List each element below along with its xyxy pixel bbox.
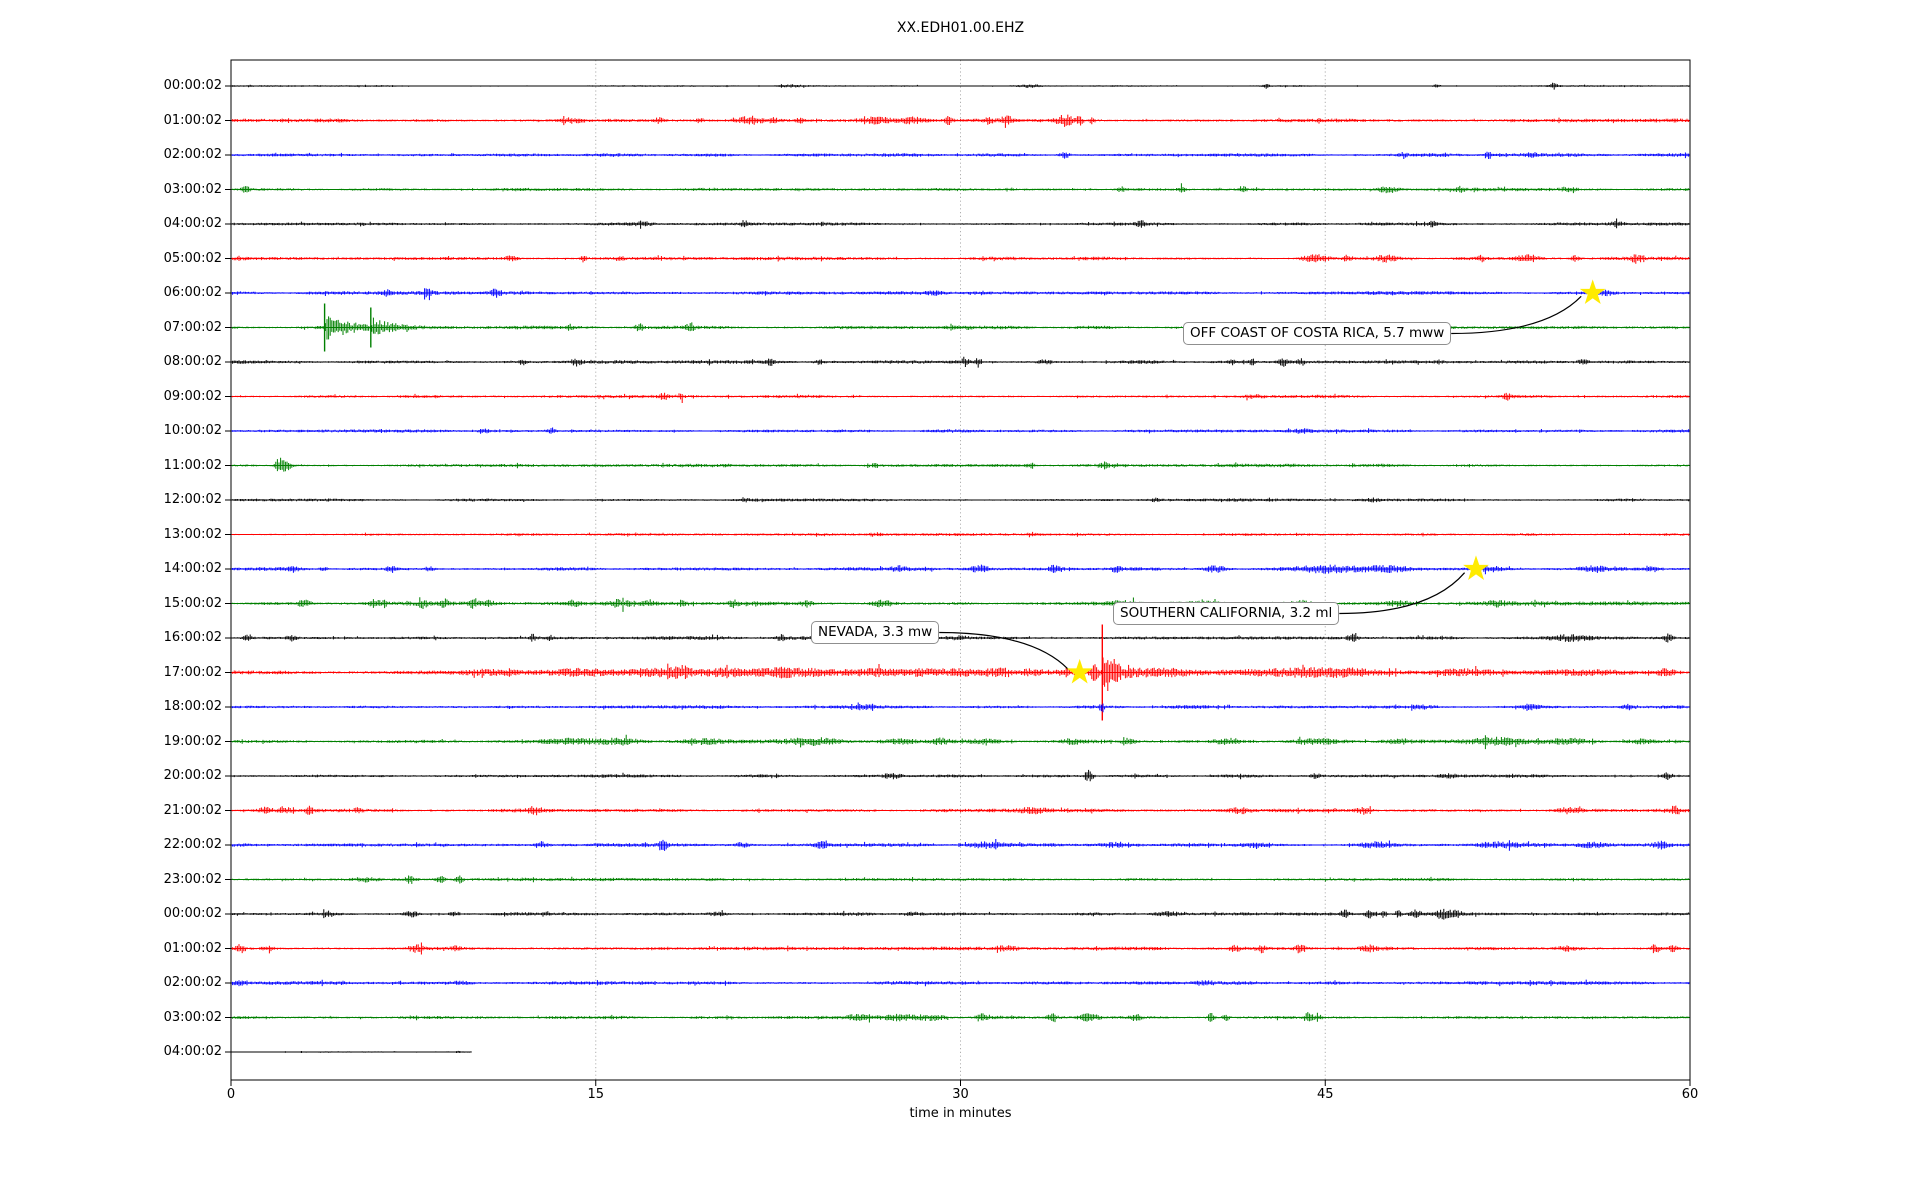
trace-path [230, 657, 1690, 691]
y-tick-label: 23:00:02 [163, 871, 222, 887]
y-tick-label: 10:00:02 [163, 423, 222, 438]
trace-path [230, 457, 1690, 472]
y-tick-label: 04:00:02 [163, 1044, 222, 1059]
y-tick-label: 21:00:02 [163, 802, 222, 818]
trace-row-21 [230, 805, 1690, 816]
event-annotation: SOUTHERN CALIFORNIA, 3.2 ml [1113, 602, 1340, 625]
annotation-leader-line [1339, 572, 1466, 615]
event-annotation: OFF COAST OF COSTA RICA, 5.7 mww [1183, 322, 1452, 345]
trace-row-9 [230, 392, 1690, 403]
y-tick-label: 03:00:02 [163, 1009, 222, 1025]
event-star-marker [1579, 279, 1606, 304]
y-tick-label: 00:00:02 [163, 906, 222, 921]
helicorder-plot: XX.EDH01.00.EHZ 00:00:02 01:00:02 02:00:02… [0, 0, 1920, 1200]
y-tick-label: 03:00:02 [163, 181, 222, 197]
x-tick-label: 60 [1681, 1087, 1699, 1102]
event-star-marker [1463, 555, 1489, 580]
trace-row-3 [230, 183, 1690, 194]
y-tick-label: 02:00:02 [163, 147, 222, 162]
trace-path [230, 316, 1690, 340]
trace-row-6 [230, 288, 1690, 301]
y-tick-label: 15:00:02 [163, 595, 222, 611]
trace-row-13 [230, 531, 1690, 538]
y-tick-label: 01:00:02 [163, 112, 222, 128]
y-tick-label: 11:00:02 [163, 457, 222, 473]
y-tick-label: 05:00:02 [163, 250, 222, 266]
y-tick-label: 19:00:02 [163, 733, 222, 749]
y-tick-label: 07:00:02 [163, 319, 222, 335]
trace-row-27 [230, 1012, 1690, 1023]
y-tick-label: 17:00:02 [163, 664, 222, 680]
event-star-marker [1066, 658, 1093, 684]
y-tick-label: 16:00:02 [163, 630, 222, 645]
y-tick-label: 18:00:02 [163, 699, 222, 714]
trace-path [230, 254, 1690, 264]
trace-path [230, 114, 1690, 128]
event-annotation: NEVADA, 3.3 mw [811, 621, 940, 644]
trace-path [230, 183, 1690, 194]
y-tick-label: 04:00:02 [163, 216, 222, 231]
trace-path [230, 392, 1690, 403]
trace-row-25 [230, 942, 1690, 955]
y-tick-label: 20:00:02 [163, 768, 222, 783]
trace-row-23 [230, 875, 1690, 884]
y-tick-label: 22:00:02 [163, 837, 222, 852]
y-tick-label: 01:00:02 [163, 940, 222, 956]
trace-path [230, 288, 1690, 301]
x-axis-label: time in minutes [909, 1106, 1012, 1121]
y-tick-label: 09:00:02 [163, 388, 222, 404]
y-tick-label: 13:00:02 [163, 526, 222, 542]
trace-row-28 [230, 1050, 472, 1053]
trace-row-2 [230, 151, 1690, 159]
y-tick-label: 08:00:02 [163, 354, 222, 369]
seismogram-canvas [225, 59, 1691, 1086]
x-tick-label: 45 [1316, 1087, 1334, 1102]
trace-row-22 [230, 839, 1690, 851]
trace-row-7 [230, 303, 1690, 352]
x-tick-label: 15 [587, 1087, 605, 1102]
y-tick-label: 06:00:02 [163, 285, 222, 300]
trace-row-1 [230, 114, 1690, 128]
trace-row-24 [230, 908, 1690, 920]
trace-row-8 [230, 356, 1690, 368]
y-tick-label: 00:00:02 [163, 78, 222, 93]
x-tick-label: 30 [952, 1087, 969, 1102]
x-tick-label: 0 [226, 1087, 236, 1102]
y-tick-label: 14:00:02 [163, 561, 222, 576]
trace-path [230, 597, 1690, 612]
y-tick-label: 12:00:02 [163, 492, 222, 507]
y-tick-label: 02:00:02 [163, 975, 222, 990]
